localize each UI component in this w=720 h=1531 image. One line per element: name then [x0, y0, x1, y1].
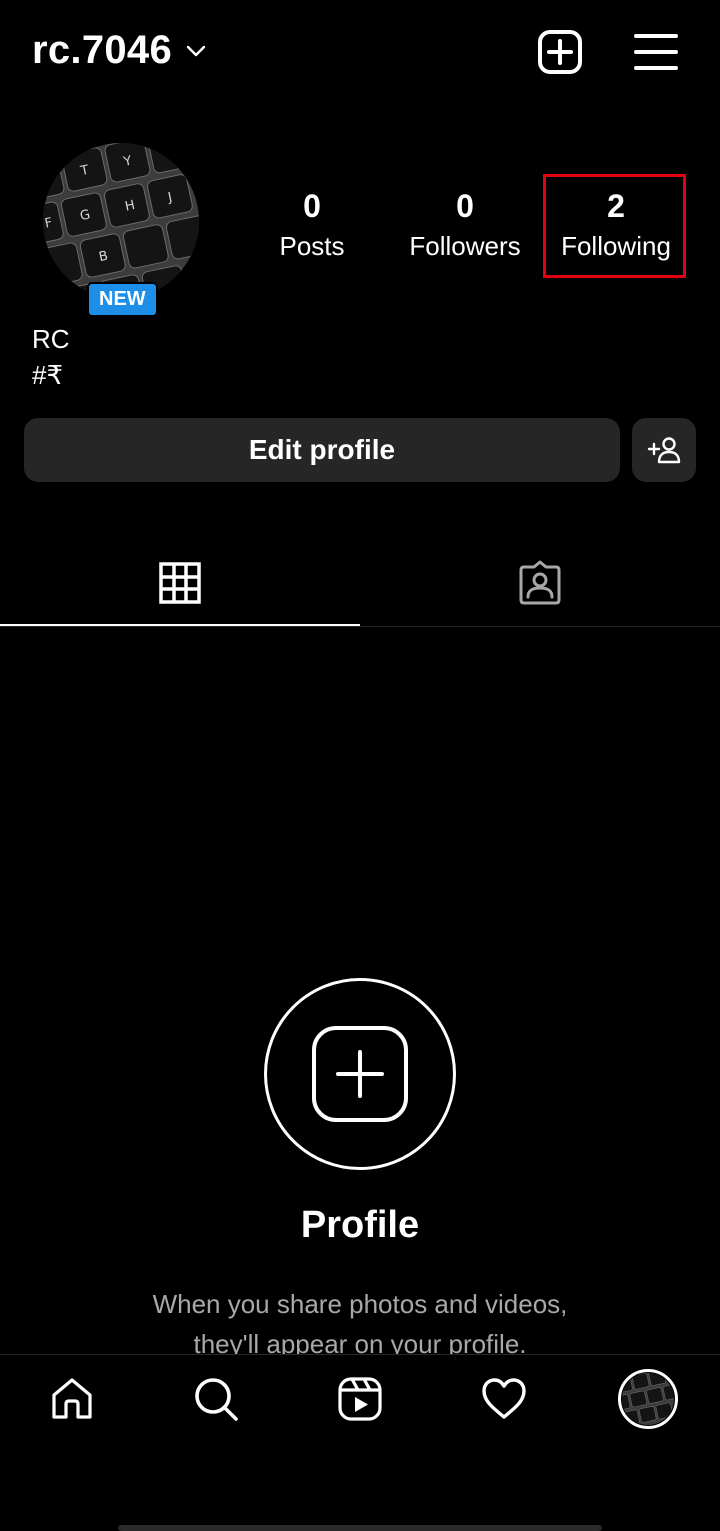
tagged-person-icon [519, 560, 561, 605]
heart-icon [482, 1378, 526, 1419]
nav-activity[interactable] [474, 1369, 534, 1429]
search-icon [195, 1378, 238, 1421]
bottom-navigation [0, 1354, 720, 1531]
plus-square-icon [312, 1026, 408, 1122]
followers-stat[interactable]: 0 Followers [398, 186, 532, 266]
menu-button[interactable] [630, 26, 682, 78]
new-badge: NEW [87, 282, 158, 317]
plus-square-icon [538, 30, 582, 74]
nav-reels[interactable] [330, 1369, 390, 1429]
gesture-bar [118, 1525, 602, 1531]
edit-profile-label: Edit profile [248, 434, 396, 465]
profile-avatar[interactable]: T Y F G H J B [42, 142, 200, 300]
followers-count: 0 [456, 188, 474, 224]
empty-state-line-1: When you share photos and videos, [152, 1289, 568, 1319]
chevron-down-icon [186, 45, 206, 56]
empty-state-text: When you share photos and videos, they'l… [0, 1284, 720, 1364]
profile-avatar-icon [618, 1369, 678, 1429]
avatar-image: T Y F G H J B [43, 143, 199, 299]
reels-icon [338, 1377, 382, 1421]
account-switcher[interactable]: rc.7046 [32, 28, 208, 73]
nav-home[interactable] [42, 1369, 102, 1429]
profile-bio: #₹ [32, 360, 64, 390]
create-first-post-button[interactable] [264, 978, 456, 1170]
edit-profile-button[interactable]: Edit profile [24, 418, 620, 482]
tab-divider [0, 626, 720, 627]
grid-icon [159, 562, 201, 604]
empty-state-title: Profile [300, 1204, 420, 1246]
tab-posts-grid[interactable] [0, 540, 360, 626]
profile-screen: rc.7046 T Y F G H J B NEW 0 Posts 0 Foll… [0, 0, 720, 1531]
add-person-icon [647, 437, 681, 464]
tab-tagged[interactable] [360, 540, 720, 626]
followers-label: Followers [409, 231, 521, 261]
hamburger-menu-icon [634, 34, 678, 70]
posts-count: 0 [303, 188, 321, 224]
discover-people-button[interactable] [632, 418, 696, 482]
home-icon [52, 1378, 92, 1419]
nav-profile[interactable] [618, 1369, 678, 1429]
nav-search[interactable] [186, 1369, 246, 1429]
posts-stat[interactable]: 0 Posts [262, 186, 362, 266]
create-button[interactable] [534, 26, 586, 78]
posts-label: Posts [279, 231, 345, 261]
profile-name: RC [32, 324, 70, 354]
following-highlight-box [543, 174, 686, 278]
username-label: rc.7046 [32, 28, 173, 72]
